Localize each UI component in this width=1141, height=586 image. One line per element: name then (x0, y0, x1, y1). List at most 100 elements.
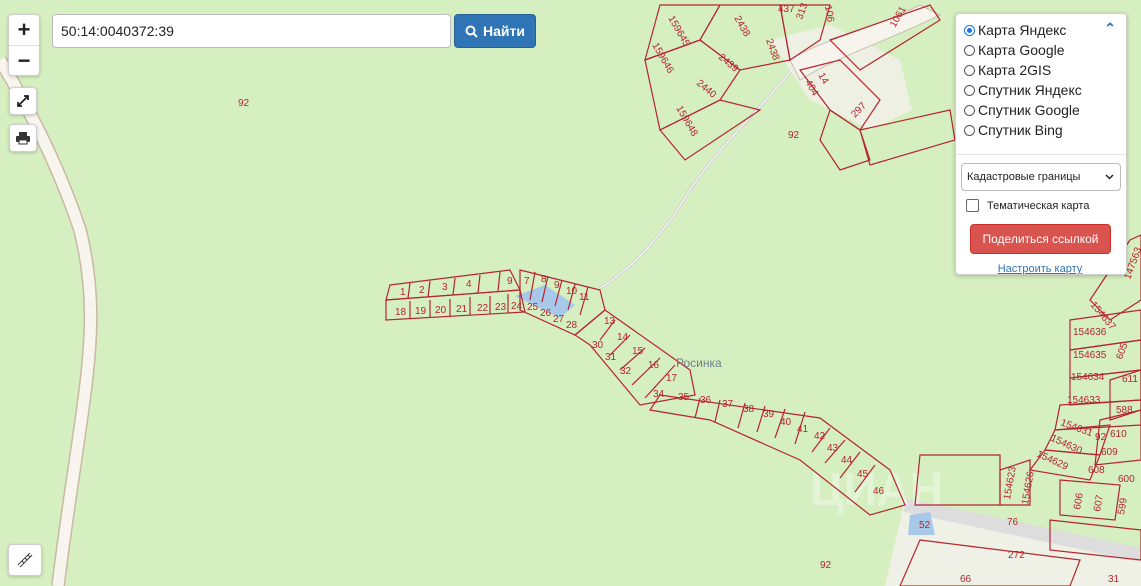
layer-option-yandex-map[interactable]: Карта Яндекс (964, 20, 1120, 40)
plot-label: 92 (820, 560, 832, 571)
plot-label: 154634 (1071, 372, 1105, 383)
plot-label: 39 (763, 409, 775, 420)
plot-label: 13 (604, 316, 616, 327)
plot-label: 588 (1116, 405, 1133, 416)
plot-label: 92 (788, 130, 800, 141)
plot-label: 20 (435, 305, 447, 316)
radio-icon (964, 24, 975, 36)
plot-label: 43 (827, 443, 839, 454)
configure-map-link[interactable]: Настроить карту (960, 263, 1120, 275)
thematic-map-label: Тематическая карта (987, 199, 1090, 212)
plot-label: 42 (814, 431, 826, 442)
plot-label: 28 (566, 320, 578, 331)
plot-label: 76 (1007, 517, 1019, 528)
plot-label: 23 (495, 302, 507, 313)
search-button[interactable]: Найти (454, 14, 536, 48)
layer-option-label: Карта Google (978, 42, 1065, 58)
ruler-icon (17, 552, 33, 568)
plot-label: 92 (238, 98, 250, 109)
layer-option-google-map[interactable]: Карта Google (964, 40, 1120, 60)
divider (956, 154, 1126, 155)
plot-label: 272 (1008, 550, 1025, 561)
plot-label: 611 (1122, 374, 1138, 385)
radio-icon (964, 124, 975, 136)
plot-label: 4 (466, 279, 472, 290)
plot-label: 40 (780, 417, 792, 428)
plot-label: 92 (1095, 432, 1107, 443)
share-link-button[interactable]: Поделиться ссылкой (970, 224, 1111, 254)
overlay-select[interactable]: Кадастровые границы (961, 163, 1121, 191)
layer-option-google-satellite[interactable]: Спутник Google (964, 100, 1120, 120)
plot-label: 41 (797, 424, 809, 435)
radio-icon (964, 84, 975, 96)
plot-label: 31 (605, 352, 617, 363)
zoom-in-button[interactable]: + (9, 15, 39, 46)
plot-label: 36 (700, 395, 712, 406)
plot-label: 26 (540, 308, 552, 319)
chevron-up-icon[interactable]: ⌃ (1104, 20, 1116, 37)
printer-icon (16, 132, 30, 145)
plot-label: 154636 (1073, 327, 1107, 338)
layer-panel: ⌃ Карта Яндекс Карта Google Карта 2GIS С… (955, 13, 1127, 275)
plot-label: 3 (442, 282, 448, 293)
plot-label: 30 (592, 340, 604, 351)
plot-label: 32 (620, 366, 632, 377)
print-button[interactable] (9, 124, 37, 152)
plot-label: 44 (841, 455, 853, 466)
plot-label: 52 (919, 520, 931, 531)
plot-label: 15 (632, 346, 644, 357)
search-input[interactable] (52, 14, 451, 48)
fullscreen-button[interactable] (9, 87, 37, 115)
plot-label: 19 (415, 306, 427, 317)
plot-label: 37 (722, 399, 734, 410)
plot-label: 27 (553, 314, 565, 325)
plot-label: 610 (1110, 429, 1127, 440)
plot-label: 25 (527, 302, 539, 313)
plot-label: 21 (456, 304, 468, 315)
overlay-select-value: Кадастровые границы (967, 171, 1081, 183)
plot-label: 17 (666, 373, 678, 384)
zoom-out-button[interactable]: − (9, 46, 39, 76)
plot-label: 2 (419, 285, 425, 296)
radio-icon (964, 64, 975, 76)
plot-label: 24 (511, 301, 523, 312)
plot-label: 31 (1108, 574, 1120, 585)
plot-label: 154635 (1073, 350, 1107, 361)
search-icon (465, 25, 478, 38)
plot-label: 437 (778, 4, 795, 15)
plot-label: 14 (617, 332, 629, 343)
checkbox-icon (966, 199, 979, 212)
measure-button[interactable] (8, 544, 42, 576)
zoom-control: + − (8, 14, 40, 76)
plot-label: 66 (960, 574, 972, 585)
plot-label: 9 (554, 280, 560, 291)
plot-label: 9 (507, 276, 513, 287)
layer-option-label: Карта Яндекс (978, 22, 1067, 38)
thematic-map-checkbox[interactable]: Тематическая карта (964, 199, 1120, 212)
plot-label: 18 (395, 307, 407, 318)
plot-label: 45 (857, 469, 869, 480)
plot-label: 34 (653, 389, 665, 400)
plot-label: 1 (400, 287, 406, 298)
plot-label: 46 (873, 486, 885, 497)
layer-option-yandex-satellite[interactable]: Спутник Яндекс (964, 80, 1120, 100)
plot-label: 22 (477, 303, 489, 314)
plot-label: 16 (648, 360, 660, 371)
layer-option-2gis-map[interactable]: Карта 2GIS (964, 60, 1120, 80)
plot-label: 38 (743, 404, 755, 415)
plot-label: 7 (524, 276, 530, 287)
layer-option-label: Карта 2GIS (978, 62, 1052, 78)
plot-label: 609 (1101, 447, 1118, 458)
layer-option-label: Спутник Bing (978, 122, 1063, 138)
radio-icon (964, 104, 975, 116)
radio-icon (964, 44, 975, 56)
layer-option-label: Спутник Яндекс (978, 82, 1082, 98)
search-button-label: Найти (483, 23, 525, 39)
expand-icon (17, 95, 29, 107)
plot-label: 10 (566, 286, 578, 297)
place-label: Росинка (676, 356, 722, 370)
plot-label: 154633 (1067, 395, 1101, 406)
plot-label: 11 (579, 292, 590, 303)
plot-label: 608 (1088, 465, 1105, 476)
layer-option-bing-satellite[interactable]: Спутник Bing (964, 120, 1120, 140)
